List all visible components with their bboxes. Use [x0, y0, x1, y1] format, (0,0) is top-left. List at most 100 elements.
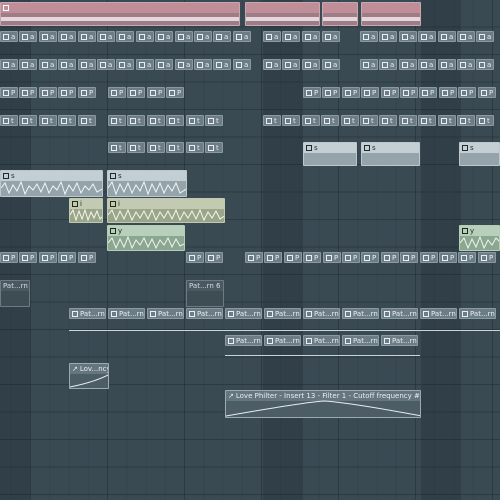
pattern-clip[interactable]: t [438, 115, 456, 126]
pattern-clip[interactable]: a [194, 31, 212, 42]
pattern-clip[interactable]: P [361, 87, 379, 98]
pattern-clip[interactable]: P [78, 87, 96, 98]
audio-clip[interactable] [361, 2, 421, 26]
pattern-clip[interactable]: P [0, 87, 18, 98]
pattern-clip[interactable]: t [418, 115, 436, 126]
pattern-clip[interactable]: a [97, 31, 115, 42]
pattern-clip[interactable]: P [439, 252, 457, 263]
pattern-clip[interactable]: P [39, 252, 57, 263]
pattern-clip[interactable]: a [302, 31, 320, 42]
pattern-clip[interactable]: a [213, 59, 231, 70]
pattern-clip[interactable]: P [478, 87, 496, 98]
pattern-clip[interactable]: a [438, 31, 456, 42]
pattern-clip[interactable]: t [166, 142, 184, 153]
pattern-clip[interactable]: a [438, 59, 456, 70]
pattern-clip[interactable]: t [147, 115, 165, 126]
pattern-clip[interactable]: P [245, 252, 263, 263]
pattern-clip[interactable]: P [342, 252, 360, 263]
pattern-clip[interactable]: P [400, 87, 418, 98]
pattern-clip[interactable]: P [166, 87, 184, 98]
pattern-clip[interactable]: t [205, 115, 223, 126]
pattern-clip[interactable]: a [0, 59, 18, 70]
pattern-clip[interactable]: P [19, 252, 37, 263]
audio-clip[interactable] [245, 2, 320, 26]
pattern-clip[interactable]: a [233, 31, 251, 42]
pattern-clip[interactable]: a [302, 59, 320, 70]
pattern-clip[interactable]: P [303, 87, 321, 98]
pattern-clip[interactable]: t [127, 115, 145, 126]
automation-clip[interactable]: ↗ Love Philter - Insert 13 - Filter 1 - C… [225, 390, 421, 418]
pattern-clip[interactable]: a [322, 59, 340, 70]
pattern-clip[interactable]: a [175, 31, 193, 42]
pattern-clip[interactable]: P [478, 252, 496, 263]
pattern-clip[interactable]: a [136, 31, 154, 42]
pattern-clip[interactable]: Pat...rn 6 [225, 335, 262, 346]
pattern-clip[interactable]: a [194, 59, 212, 70]
pattern-clip[interactable]: P [58, 252, 76, 263]
pattern-clip[interactable]: a [282, 59, 300, 70]
pattern-clip[interactable]: t [341, 115, 359, 126]
pattern-clip[interactable]: t [282, 115, 300, 126]
pattern-clip[interactable]: a [155, 31, 173, 42]
pattern-clip[interactable]: t [321, 115, 339, 126]
pattern-clip[interactable]: Pat...rn 6 [186, 280, 224, 307]
pattern-clip[interactable]: t [379, 115, 397, 126]
pattern-clip[interactable]: P [361, 252, 379, 263]
audio-clip[interactable] [0, 2, 240, 26]
audio-clip[interactable]: s [459, 142, 500, 166]
pattern-clip[interactable]: a [418, 31, 436, 42]
audio-clip[interactable]: s [361, 142, 420, 166]
audio-clip[interactable]: s [303, 142, 357, 166]
pattern-clip[interactable]: t [360, 115, 378, 126]
pattern-clip[interactable]: a [263, 59, 281, 70]
audio-clip[interactable]: s [0, 170, 103, 197]
pattern-clip[interactable]: Pat...rn 8 [342, 308, 379, 319]
pattern-clip[interactable]: Pat...rn 6 [381, 335, 418, 346]
pattern-clip[interactable]: t [108, 115, 126, 126]
pattern-clip[interactable]: a [58, 31, 76, 42]
audio-clip[interactable]: i [69, 198, 103, 223]
pattern-clip[interactable]: P [39, 87, 57, 98]
pattern-clip[interactable]: a [97, 59, 115, 70]
pattern-clip[interactable]: P [342, 87, 360, 98]
pattern-clip[interactable]: P [381, 87, 399, 98]
pattern-clip[interactable]: a [136, 59, 154, 70]
pattern-clip[interactable]: P [381, 252, 399, 263]
pattern-clip[interactable]: t [108, 142, 126, 153]
pattern-clip[interactable]: Pat...rn 8 [420, 308, 457, 319]
pattern-clip[interactable]: Pat...rn 8 [459, 308, 496, 319]
pattern-clip[interactable]: t [186, 115, 204, 126]
pattern-clip[interactable]: a [233, 59, 251, 70]
pattern-clip[interactable]: P [458, 252, 476, 263]
pattern-clip[interactable]: Pat...rn 8 [147, 308, 184, 319]
audio-clip[interactable] [322, 2, 358, 26]
pattern-clip[interactable]: t [58, 115, 76, 126]
pattern-clip[interactable]: a [476, 31, 494, 42]
pattern-clip[interactable]: t [166, 115, 184, 126]
pattern-clip[interactable]: t [78, 115, 96, 126]
pattern-clip[interactable]: t [399, 115, 417, 126]
pattern-clip[interactable]: Pat...rn 6 [342, 335, 379, 346]
pattern-clip[interactable]: Pat...rn 8 [264, 308, 301, 319]
pattern-clip[interactable]: a [155, 59, 173, 70]
pattern-clip[interactable]: a [213, 31, 231, 42]
pattern-clip[interactable]: a [282, 31, 300, 42]
pattern-clip[interactable]: P [419, 87, 437, 98]
pattern-clip[interactable]: a [399, 59, 417, 70]
pattern-clip[interactable]: a [360, 59, 378, 70]
pattern-clip[interactable]: t [186, 142, 204, 153]
pattern-clip[interactable]: t [263, 115, 281, 126]
pattern-clip[interactable]: a [175, 59, 193, 70]
pattern-clip[interactable]: P [78, 252, 96, 263]
audio-clip[interactable]: y [459, 225, 500, 251]
pattern-clip[interactable]: P [127, 87, 145, 98]
pattern-clip[interactable]: P [147, 87, 165, 98]
pattern-clip[interactable]: a [58, 59, 76, 70]
pattern-clip[interactable]: t [147, 142, 165, 153]
pattern-clip[interactable]: a [399, 31, 417, 42]
pattern-clip[interactable]: a [116, 59, 134, 70]
pattern-clip[interactable]: a [19, 59, 37, 70]
pattern-clip[interactable]: P [303, 252, 321, 263]
pattern-clip[interactable]: t [39, 115, 57, 126]
audio-clip[interactable]: s [107, 170, 187, 197]
